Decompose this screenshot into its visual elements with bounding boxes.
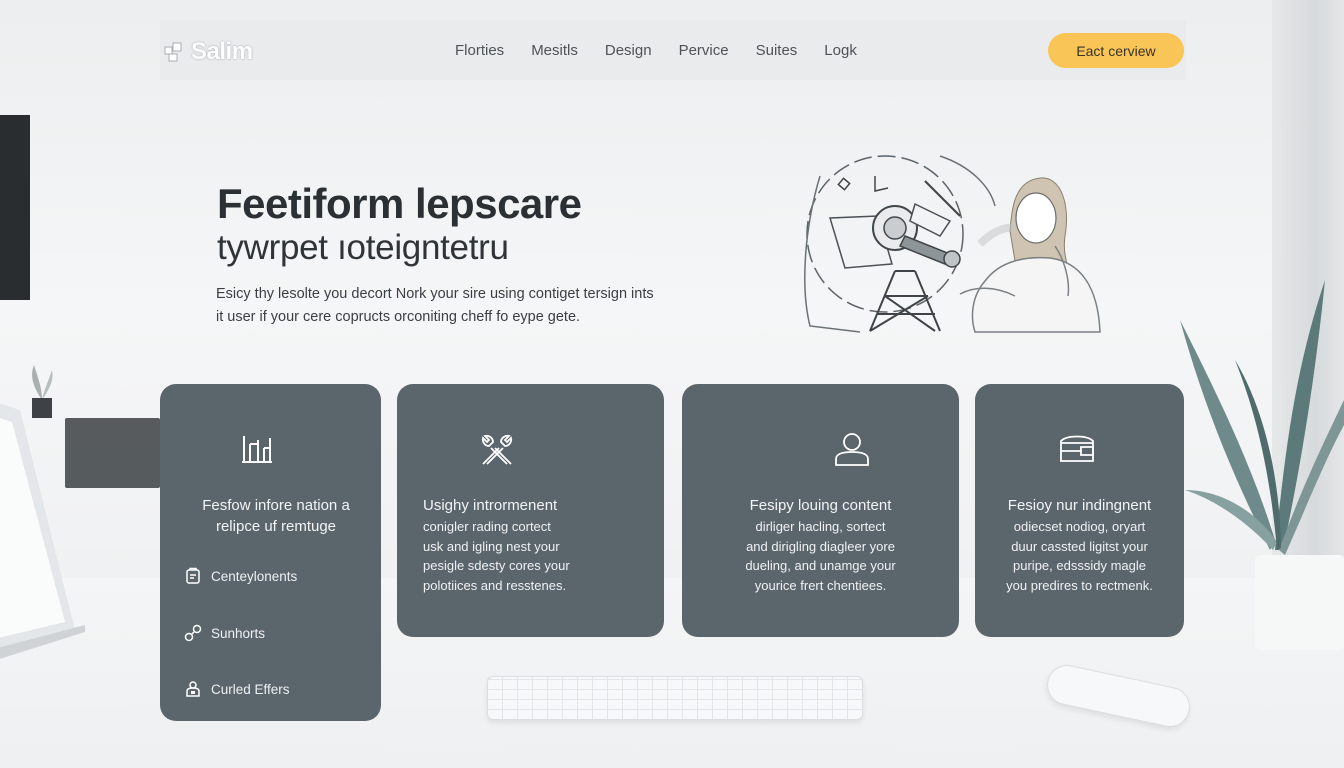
background-laptop-image bbox=[0, 403, 85, 659]
clipboard-icon bbox=[186, 567, 200, 584]
nav-item-pervice[interactable]: Pervice bbox=[679, 42, 729, 59]
hero-illustration bbox=[804, 155, 1101, 333]
hero-description-line: Esicy thy lesolte you decort Nork your s… bbox=[216, 286, 654, 302]
brand-logo[interactable]: Salim bbox=[163, 38, 253, 66]
background-dark-frame bbox=[0, 115, 30, 300]
card-body-line: odiecset nodiog, oryart bbox=[1013, 519, 1146, 534]
feature-card: Fesipy louing content dirliger hacling, … bbox=[682, 384, 959, 637]
background-keyboard-image bbox=[487, 676, 863, 720]
user-icon bbox=[835, 433, 869, 466]
feature-item-sunhorts[interactable]: Sunhorts bbox=[184, 624, 265, 642]
card-body: conigler rading cortect usk and igling n… bbox=[423, 517, 570, 595]
card-body-line: polotiices and resstenes. bbox=[423, 577, 567, 593]
card-body-line: dirliger hacling, sortect bbox=[755, 519, 886, 534]
nav-item-florties[interactable]: Florties bbox=[455, 42, 504, 59]
card-body-line: duur cassted ligitst your bbox=[1011, 538, 1148, 554]
card-title-line: relipce uf remtuge bbox=[215, 518, 337, 535]
nav-item-suites[interactable]: Suites bbox=[756, 42, 798, 59]
feature-label: Sunhorts bbox=[211, 625, 266, 641]
card-body: odiecset nodiog, oryart duur cassted lig… bbox=[975, 517, 1184, 595]
logo-icon bbox=[164, 42, 182, 62]
chart-bars-icon bbox=[242, 436, 272, 463]
feature-item-centeylonents[interactable]: Centeylonents bbox=[184, 567, 297, 585]
feature-label: Curled Effers bbox=[211, 681, 290, 697]
brand-name: Salim bbox=[191, 38, 253, 65]
card-title: Usighy intrormenent bbox=[423, 497, 558, 514]
feature-item-curled-effers[interactable]: Curled Effers bbox=[184, 680, 290, 698]
nav-item-design[interactable]: Design bbox=[605, 42, 652, 59]
hero-title: Feetiform lepscare bbox=[217, 180, 582, 227]
person-lock-icon bbox=[186, 681, 200, 697]
wallet-icon bbox=[1060, 435, 1094, 462]
card-body-line: conigler rading cortect bbox=[423, 519, 551, 534]
background-plant-image bbox=[1180, 280, 1344, 650]
card-body: dirliger hacling, sortect and dirigling … bbox=[682, 517, 959, 595]
cta-button[interactable]: Eact cerview bbox=[1048, 33, 1184, 68]
hero-subtitle: tywrpet ıoteigntetru bbox=[217, 228, 509, 267]
card-body-line: and dirigling diagleer yore bbox=[746, 538, 895, 554]
card-body-line: puripe, edsssidy magle bbox=[1013, 558, 1146, 573]
card-title: Fesipy louing content bbox=[749, 497, 892, 514]
card-title-line: Fesfow infore nation a bbox=[202, 497, 350, 514]
link-icon bbox=[184, 624, 202, 642]
hero-description: Esicy thy lesolte you decort Nork your s… bbox=[216, 283, 676, 329]
card-body-line: usk and igling nest your bbox=[423, 538, 560, 554]
nav-item-mesitls[interactable]: Mesitls bbox=[531, 42, 578, 59]
card-body-line: yourice frert chentiees. bbox=[754, 577, 887, 593]
feature-card: Usighy intrormenent conigler rading cort… bbox=[397, 384, 664, 637]
card-body-line: you predires to rectmenk. bbox=[1006, 577, 1153, 593]
card-title: Fesioy nur indingnent bbox=[1007, 497, 1152, 514]
top-navbar: Salim Florties Mesitls Design Pervice Su… bbox=[160, 20, 1186, 80]
card-body-line: dueling, and unamge your bbox=[745, 558, 896, 573]
feature-card: Fesioy nur indingnent odiecset nodiog, o… bbox=[975, 384, 1184, 637]
main-nav: Florties Mesitls Design Pervice Suites L… bbox=[455, 42, 857, 59]
tools-icon bbox=[481, 434, 513, 465]
nav-item-logk[interactable]: Logk bbox=[824, 42, 857, 59]
card-body-line: pesigle sdesty cores your bbox=[423, 558, 570, 573]
hero-description-line: it user if your cere copructs orconiting… bbox=[216, 309, 581, 325]
feature-card: Fesfow infore nation a relipce uf remtug… bbox=[160, 384, 381, 721]
card-title: Fesfow infore nation a relipce uf remtug… bbox=[186, 495, 366, 537]
feature-label: Centeylonents bbox=[211, 568, 298, 584]
